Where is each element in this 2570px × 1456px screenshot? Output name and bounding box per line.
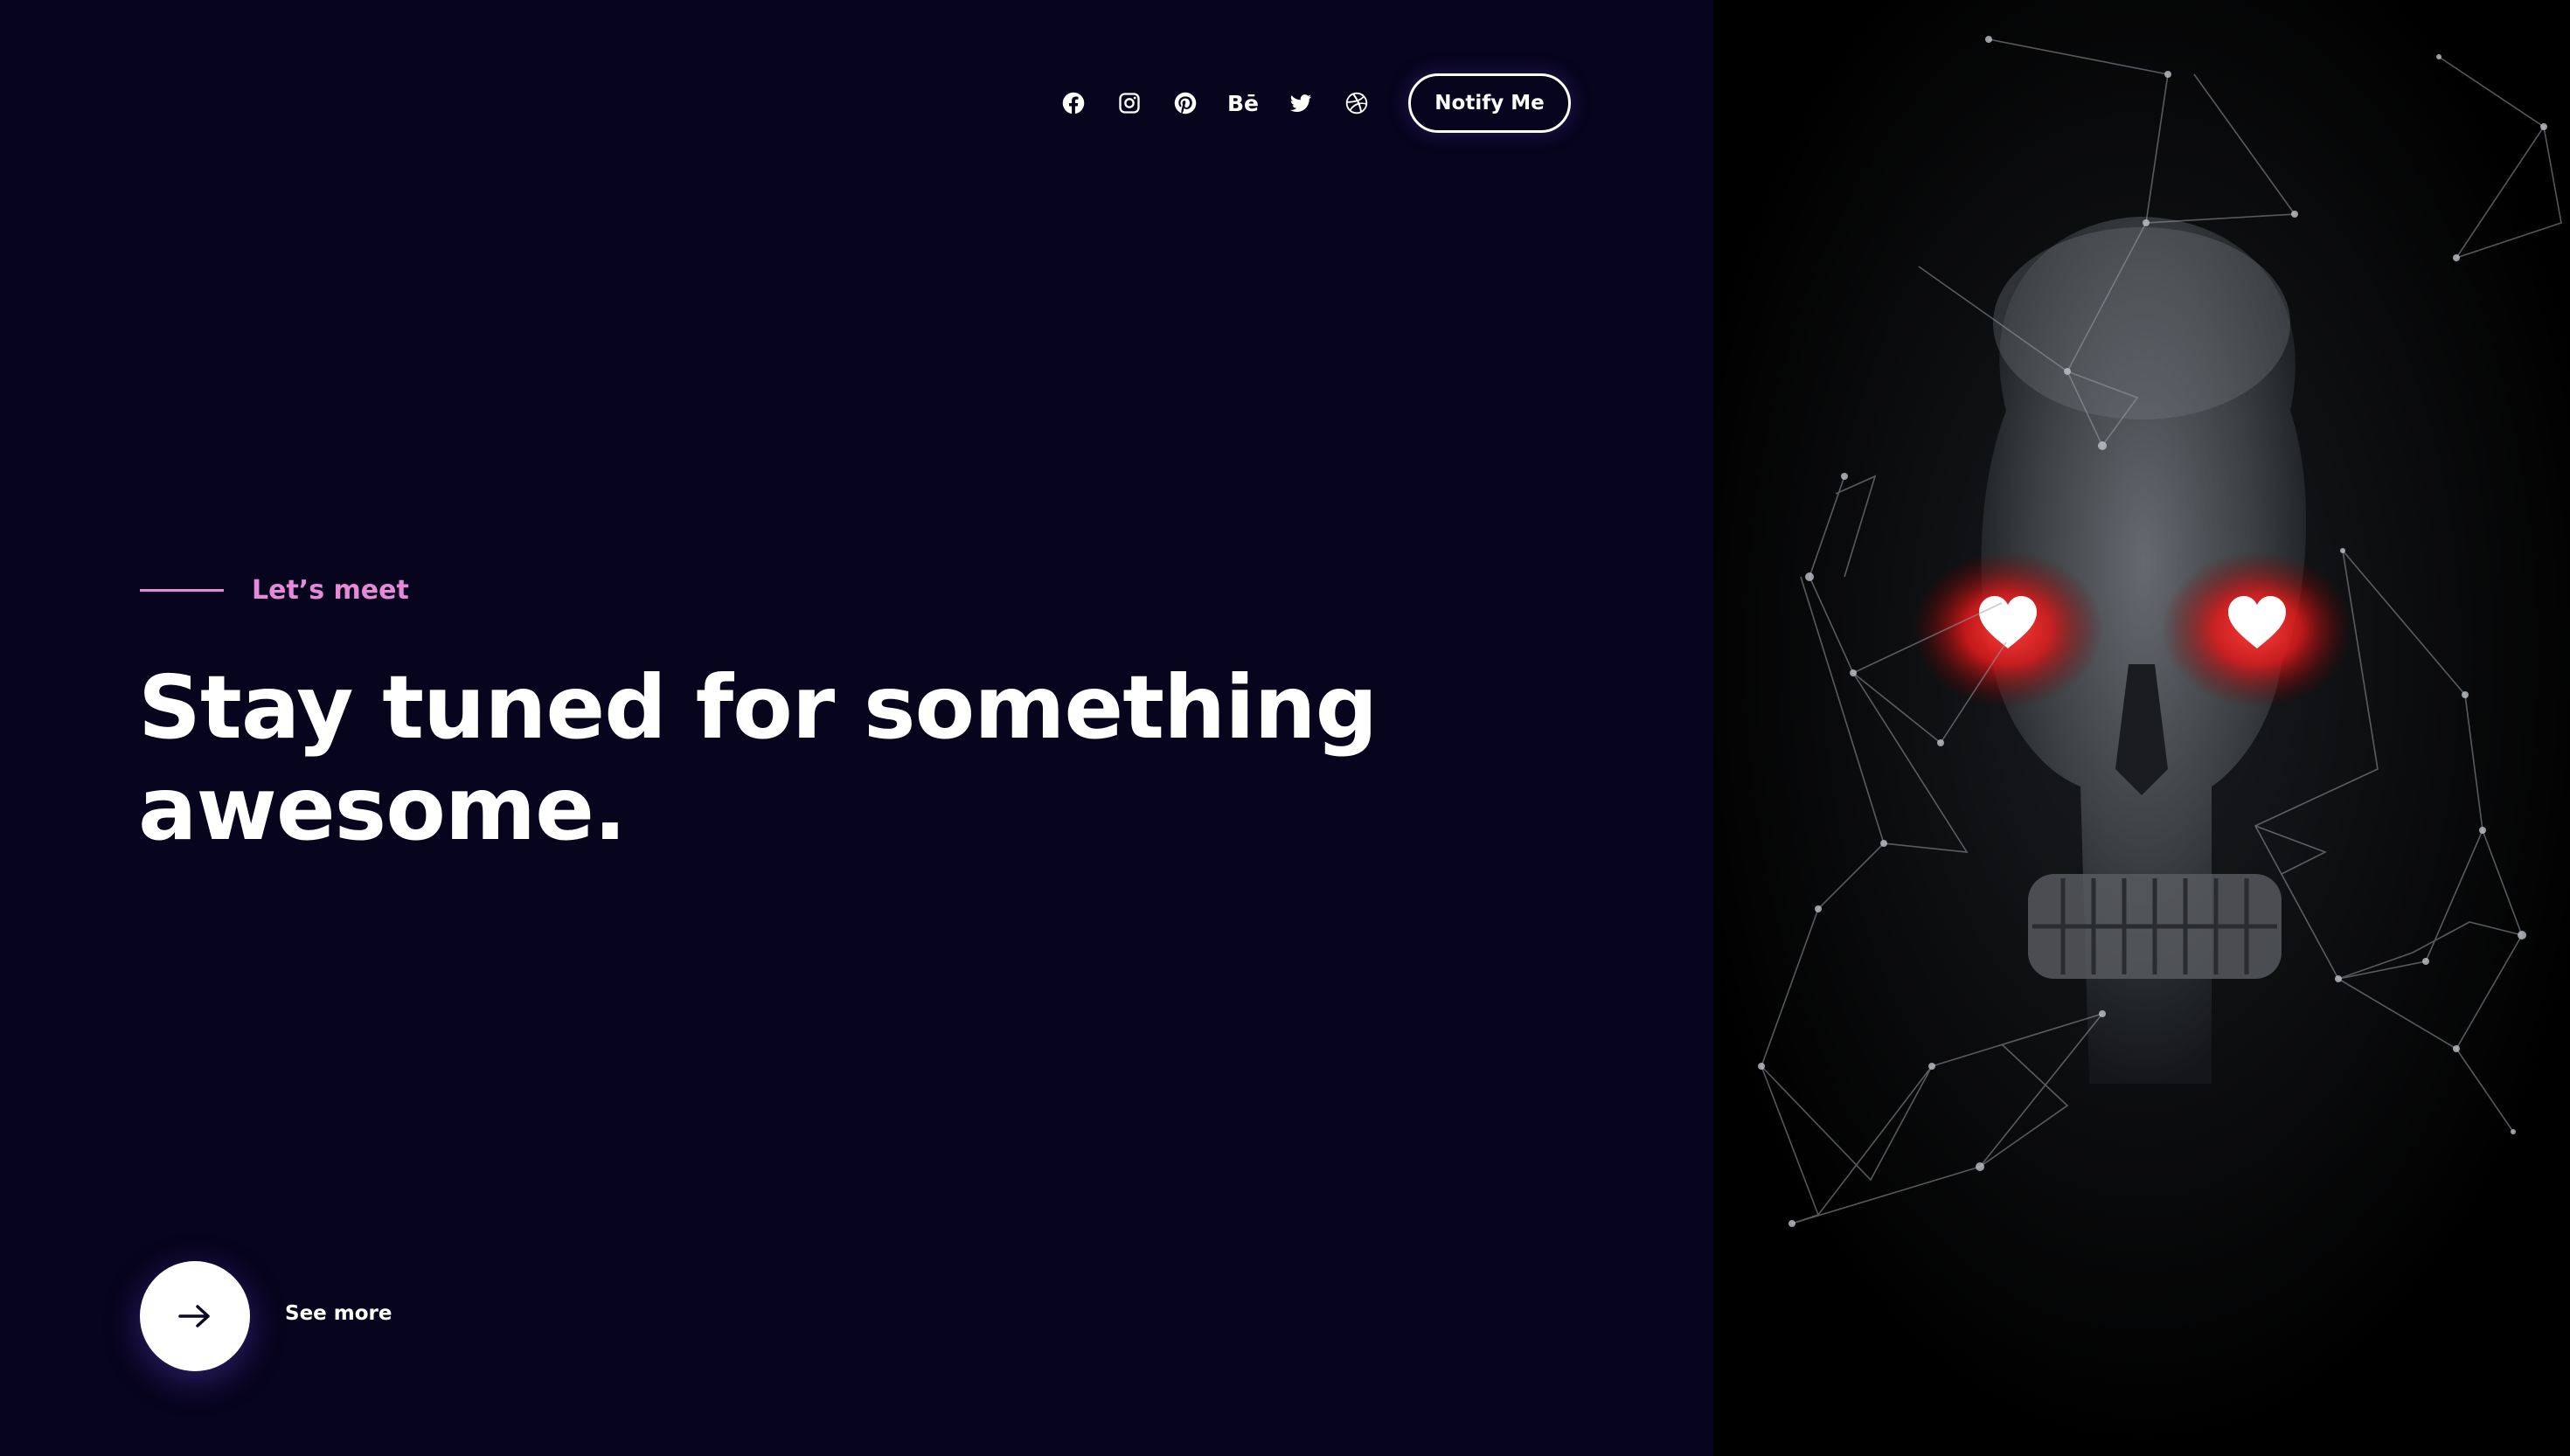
left-panel: Bē Notify Me Let’s meet Stay tuned for s…: [0, 0, 1713, 1456]
facebook-icon[interactable]: [1058, 87, 1089, 119]
headline-line-2: awesome.: [138, 758, 627, 860]
pinterest-icon[interactable]: [1170, 87, 1201, 119]
see-more-link[interactable]: See more: [285, 1302, 392, 1325]
notify-me-button[interactable]: Notify Me: [1408, 73, 1571, 133]
page: Bē Notify Me Let’s meet Stay tuned for s…: [0, 0, 2570, 1456]
twitter-icon[interactable]: [1285, 87, 1316, 119]
eyebrow-text: Let’s meet: [252, 575, 409, 606]
headline-line-1: Stay tuned for something: [138, 656, 1378, 759]
eyebrow: Let’s meet: [140, 575, 409, 606]
arrow-right-icon: [178, 1305, 210, 1328]
instagram-icon[interactable]: [1114, 87, 1145, 119]
social-links: Bē: [1058, 79, 1372, 128]
behance-icon[interactable]: Bē: [1226, 87, 1261, 119]
eyebrow-line: [140, 589, 224, 592]
dribbble-icon[interactable]: [1341, 87, 1372, 119]
hero-image-panel: [1713, 0, 2570, 1456]
page-title: Stay tuned for something awesome.: [138, 657, 1449, 860]
see-more-button[interactable]: [140, 1261, 250, 1371]
skull-image: [1713, 0, 2570, 1456]
